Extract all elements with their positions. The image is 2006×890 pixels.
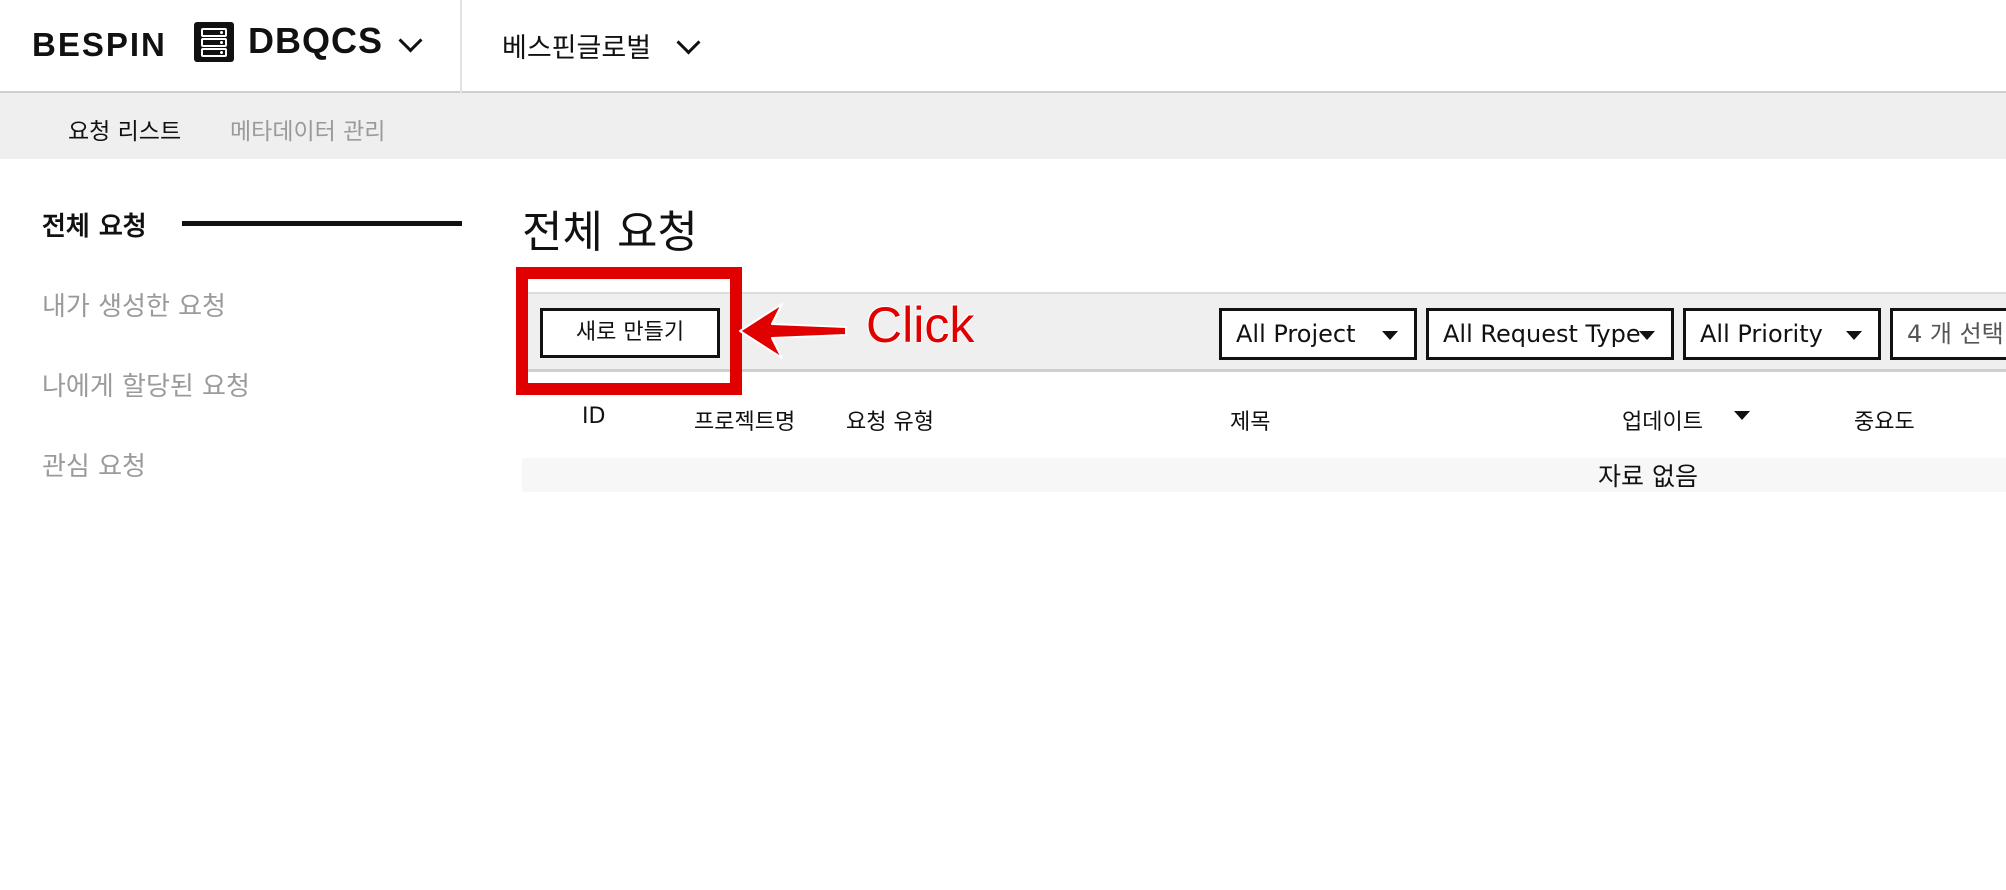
priority-filter-select[interactable]: All Priority	[1683, 308, 1881, 360]
subnav-request-list[interactable]: 요청 리스트	[68, 112, 181, 146]
product-name[interactable]: DBQCS	[248, 20, 383, 62]
column-header-project[interactable]: 프로젝트명	[694, 404, 795, 436]
sidebar-item-watched[interactable]: 관심 요청	[42, 446, 146, 483]
column-header-title[interactable]: 제목	[1230, 404, 1270, 436]
column-header-request-type[interactable]: 요청 유형	[846, 404, 934, 436]
sub-navigation: 요청 리스트 메타데이터 관리	[0, 93, 2006, 159]
click-highlight-box	[516, 267, 742, 395]
caret-down-icon	[1639, 331, 1655, 340]
table-empty-message: 자료 없음	[1598, 462, 1698, 491]
project-filter-value: All Project	[1236, 320, 1356, 348]
sidebar-active-indicator	[182, 221, 462, 226]
bespin-logo[interactable]: BESPIN	[32, 26, 167, 64]
table-empty-row	[522, 458, 2006, 492]
priority-filter-value: All Priority	[1700, 320, 1823, 348]
column-header-priority[interactable]: 중요도	[1854, 404, 1915, 436]
page-title: 전체 요청	[522, 207, 698, 258]
org-chevron-down-icon[interactable]	[676, 30, 701, 55]
sidebar-item-my-requests[interactable]: 내가 생성한 요청	[42, 286, 226, 323]
product-chevron-down-icon[interactable]	[398, 28, 423, 53]
request-type-filter-select[interactable]: All Request Type	[1426, 308, 1674, 360]
header-divider	[460, 0, 462, 93]
subnav-metadata-management[interactable]: 메타데이터 관리	[230, 112, 385, 146]
caret-down-icon	[1846, 331, 1862, 340]
sidebar-item-all-requests[interactable]: 전체 요청	[42, 206, 147, 243]
sidebar-item-assigned-to-me[interactable]: 나에게 할당된 요청	[42, 366, 250, 403]
top-bar: BESPIN DBQCS 베스핀글로벌	[0, 0, 2006, 93]
database-icon	[194, 22, 234, 62]
click-annotation-label: Click	[866, 297, 975, 353]
sort-desc-icon[interactable]	[1734, 411, 1750, 420]
project-filter-select[interactable]: All Project	[1219, 308, 1417, 360]
column-selection-value: 4 개 선택	[1907, 320, 2004, 348]
red-arrow-icon	[739, 303, 847, 359]
caret-down-icon	[1382, 331, 1398, 340]
column-selection-select[interactable]: 4 개 선택	[1890, 308, 2006, 360]
column-header-id[interactable]: ID	[582, 404, 605, 429]
org-selector[interactable]: 베스핀글로벌	[502, 26, 651, 65]
request-type-filter-value: All Request Type	[1443, 320, 1641, 348]
column-header-updated[interactable]: 업데이트	[1622, 404, 1703, 436]
